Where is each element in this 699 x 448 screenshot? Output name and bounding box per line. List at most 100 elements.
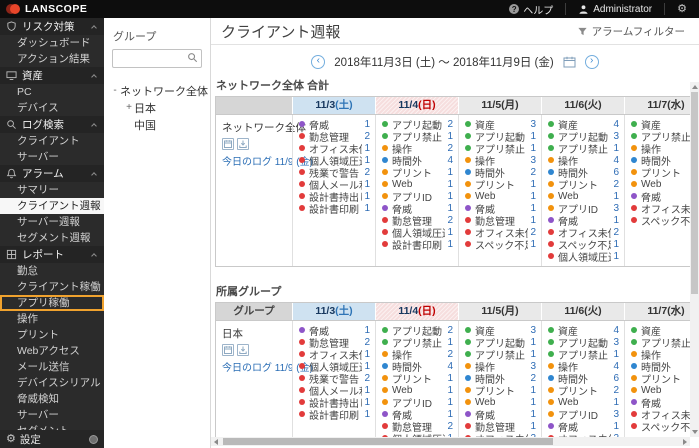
sidebar-item[interactable]: セグメント週報: [0, 230, 104, 246]
next-week-button[interactable]: ›: [585, 55, 599, 69]
previous-week-button[interactable]: ‹: [311, 55, 325, 69]
row-label: ネットワーク全体: [222, 120, 288, 135]
sidebar-item[interactable]: クライアント週報: [0, 198, 104, 214]
alarm-dot-green: [631, 339, 637, 345]
day-header-weekday: (月): [501, 99, 519, 111]
sidebar-item[interactable]: PC: [0, 84, 104, 100]
alarm-count: 1: [362, 119, 370, 130]
scroll-right-arrow[interactable]: [683, 439, 687, 445]
user-menu-button[interactable]: Administrator: [566, 0, 664, 18]
day-header-date: 11/7: [647, 305, 667, 317]
alarm-count: 2: [445, 119, 453, 130]
sidebar-section-header[interactable]: ログ検索: [0, 116, 104, 133]
sidebar-section-label: ログ検索: [22, 117, 92, 132]
alarm-dot-orange: [548, 193, 554, 199]
alarm-filter-button[interactable]: アラームフィルター: [577, 24, 685, 39]
sidebar-item[interactable]: Webアクセス: [0, 343, 104, 359]
settings-gear-button[interactable]: ⚙: [665, 0, 699, 18]
alarm-count: 2: [362, 373, 370, 384]
alarm-count: 4: [445, 155, 453, 166]
today-log-link[interactable]: 今日のログ 11/9 (金): [222, 153, 288, 168]
vertical-scroll-thumb[interactable]: [691, 92, 698, 294]
sidebar-item[interactable]: デバイス: [0, 100, 104, 116]
alarm-dot-orange: [631, 181, 637, 187]
alarm-dot-red: [631, 423, 637, 429]
alarm-count: 2: [445, 215, 453, 226]
tree-expander[interactable]: +: [124, 102, 134, 113]
tree-expander[interactable]: -: [110, 85, 120, 96]
log-icon[interactable]: [222, 344, 234, 356]
sidebar-item-settings[interactable]: ⚙ 設定: [0, 430, 104, 448]
day-header-date: 11/5: [481, 305, 501, 317]
sidebar-item[interactable]: 操作: [0, 311, 104, 327]
sidebar-item[interactable]: クライアント稼働: [0, 279, 104, 295]
sidebar-item[interactable]: デバイスシリアル: [0, 375, 104, 391]
topbar-actions: ? ヘルプ Administrator ⚙: [497, 0, 699, 18]
alarm-count: 1: [362, 191, 370, 202]
alarm-dot-green: [382, 133, 388, 139]
export-icon[interactable]: [237, 344, 249, 356]
sidebar-item[interactable]: 勤怠: [0, 263, 104, 279]
alarm-dot-red: [299, 387, 305, 393]
table-title: ネットワーク全体 合計: [216, 77, 699, 93]
day-header-date: 11/3: [315, 305, 335, 317]
alarm-count: 1: [528, 397, 536, 408]
tree-item[interactable]: +日本: [104, 99, 210, 116]
tree-item[interactable]: 中国: [104, 116, 210, 133]
alarm-label: プリント: [475, 177, 528, 192]
horizontal-scrollbar[interactable]: [211, 437, 690, 446]
alarm-count: 1: [362, 409, 370, 420]
alarm-entry: プリント2: [542, 178, 624, 190]
sidebar-section-header[interactable]: リスク対策: [0, 18, 104, 35]
sidebar-item[interactable]: プリント: [0, 327, 104, 343]
search-icon[interactable]: [187, 52, 198, 63]
calendar-icon[interactable]: [563, 56, 576, 68]
alarm-count: 2: [445, 143, 453, 154]
report-icon: [6, 249, 19, 260]
alarm-dot-red: [299, 351, 305, 357]
sidebar-section-header[interactable]: レポート: [0, 246, 104, 263]
alarm-dot-green: [465, 327, 471, 333]
sidebar-item[interactable]: クライアント: [0, 133, 104, 149]
horizontal-scroll-thumb[interactable]: [223, 438, 553, 445]
sidebar-item[interactable]: ダッシュボード: [0, 35, 104, 51]
sidebar-item[interactable]: アクション結果: [0, 51, 104, 67]
sidebar-item[interactable]: 脅威検知: [0, 391, 104, 407]
day-header-cell: 11/7(水): [624, 303, 699, 320]
alarm-entry: プリント1: [459, 178, 541, 190]
alarm-dot-purple: [548, 423, 554, 429]
alarm-dot-orange: [465, 157, 471, 163]
alarm-dot-purple: [299, 327, 305, 333]
tree-item[interactable]: -ネットワーク全体: [104, 82, 210, 99]
help-button[interactable]: ? ヘルプ: [497, 0, 565, 18]
alarm-dot-orange: [382, 169, 388, 175]
scroll-up-arrow[interactable]: [692, 85, 698, 89]
day-header-date: 11/5: [481, 99, 501, 111]
sidebar-section-header[interactable]: アラーム: [0, 165, 104, 182]
sidebar-item[interactable]: サマリー: [0, 182, 104, 198]
today-log-link[interactable]: 今日のログ 11/9 (金): [222, 359, 288, 374]
day-header-weekday: (水): [667, 305, 685, 317]
log-icon[interactable]: [222, 138, 234, 150]
sidebar-item[interactable]: サーバー: [0, 407, 104, 423]
sidebar-item[interactable]: アプリ稼働: [0, 295, 104, 311]
sidebar-section-header[interactable]: 資産: [0, 67, 104, 84]
scroll-left-arrow[interactable]: [214, 439, 218, 445]
alarm-dot-red: [299, 133, 305, 139]
alarm-dot-orange: [631, 351, 637, 357]
sidebar-item[interactable]: メール送信: [0, 359, 104, 375]
alarm-dot-red: [465, 241, 471, 247]
alarm-count: 1: [611, 143, 619, 154]
scroll-down-arrow[interactable]: [692, 430, 698, 434]
alarm-count: 4: [611, 361, 619, 372]
bell-icon: [6, 168, 19, 179]
day-header-weekday: (火): [584, 99, 602, 111]
vertical-scrollbar[interactable]: [690, 82, 699, 437]
sidebar-item[interactable]: サーバー週報: [0, 214, 104, 230]
alarm-dot-orange: [465, 387, 471, 393]
sidebar-item[interactable]: サーバー: [0, 149, 104, 165]
export-icon[interactable]: [237, 138, 249, 150]
alarm-count: 1: [445, 167, 453, 178]
alarm-dot-blue: [548, 375, 554, 381]
table-header-row: 11/3(土)11/4(日)11/5(月)11/6(火)11/7(水): [216, 97, 699, 115]
